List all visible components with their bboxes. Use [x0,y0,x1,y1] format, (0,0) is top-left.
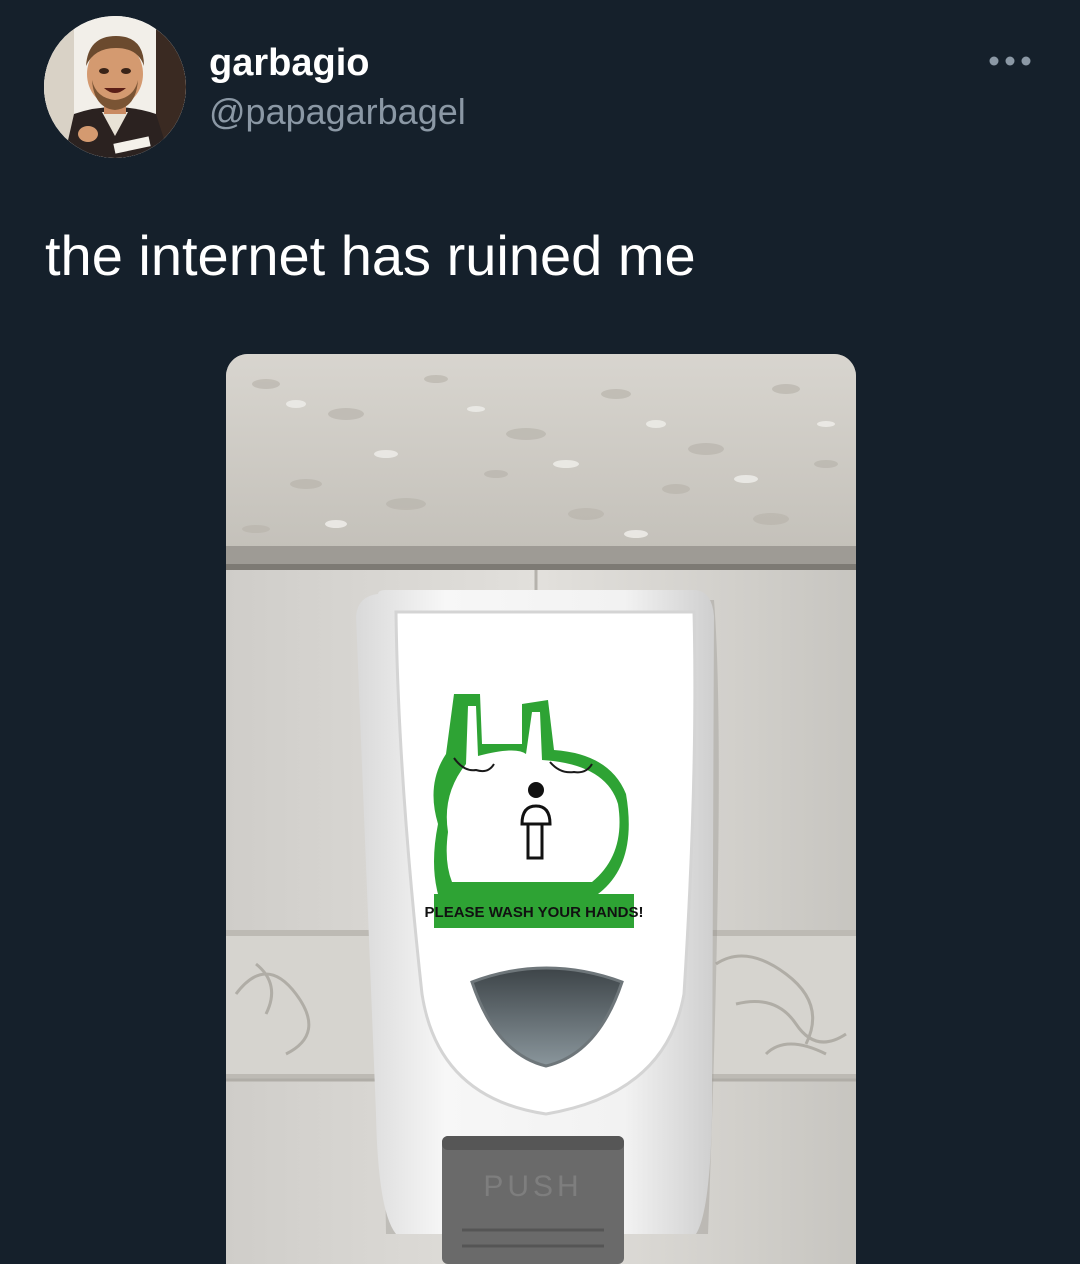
more-options-button[interactable] [984,46,1036,76]
tweet-media-image[interactable]: PLEASE WASH YOUR HANDS! PUSH [226,354,856,1264]
tweet: garbagio @papagarbagel the internet has … [0,0,1080,1264]
more-horizontal-icon [989,56,1031,66]
avatar[interactable] [44,16,186,158]
tweet-text: the internet has ruined me [45,224,696,287]
avatar-photo-icon [44,16,186,158]
soap-dispenser-photo: PLEASE WASH YOUR HANDS! PUSH [226,354,856,1264]
user-handle[interactable]: @papagarbagel [209,90,466,134]
display-name[interactable]: garbagio [209,40,369,86]
push-label: PUSH [483,1170,582,1203]
sticker-label: PLEASE WASH YOUR HANDS! [425,904,644,921]
